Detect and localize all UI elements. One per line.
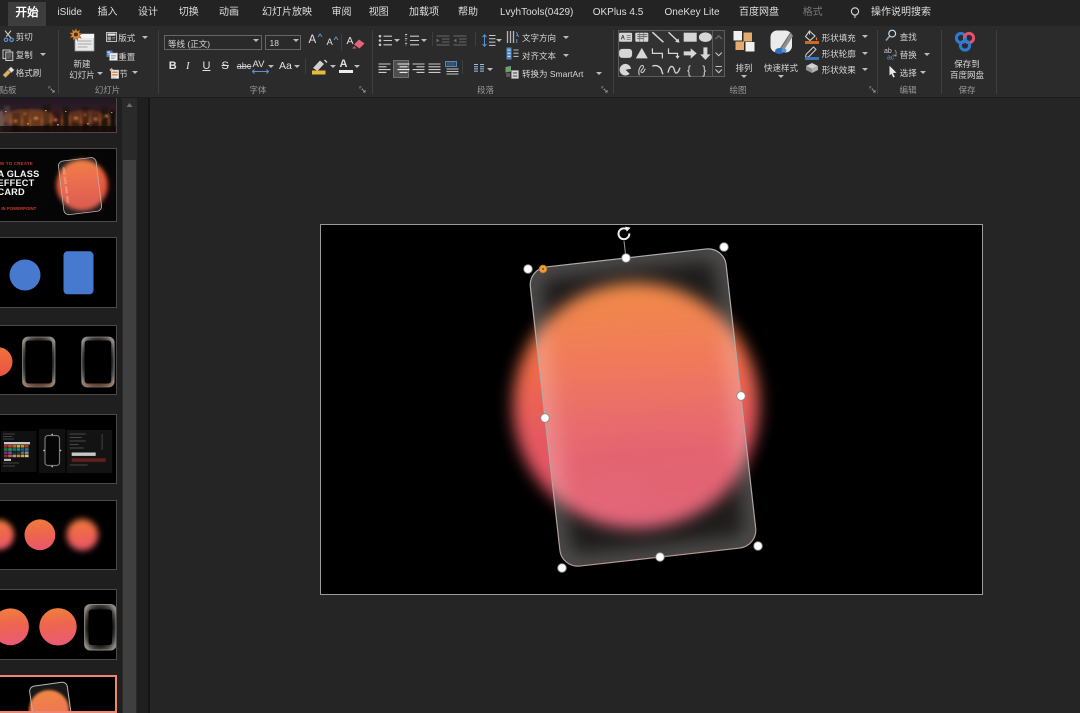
svg-text:{: { [687, 63, 691, 77]
svg-text:A: A [621, 36, 626, 42]
svg-text:}: } [702, 63, 706, 77]
svg-text:ac: ac [887, 55, 895, 61]
